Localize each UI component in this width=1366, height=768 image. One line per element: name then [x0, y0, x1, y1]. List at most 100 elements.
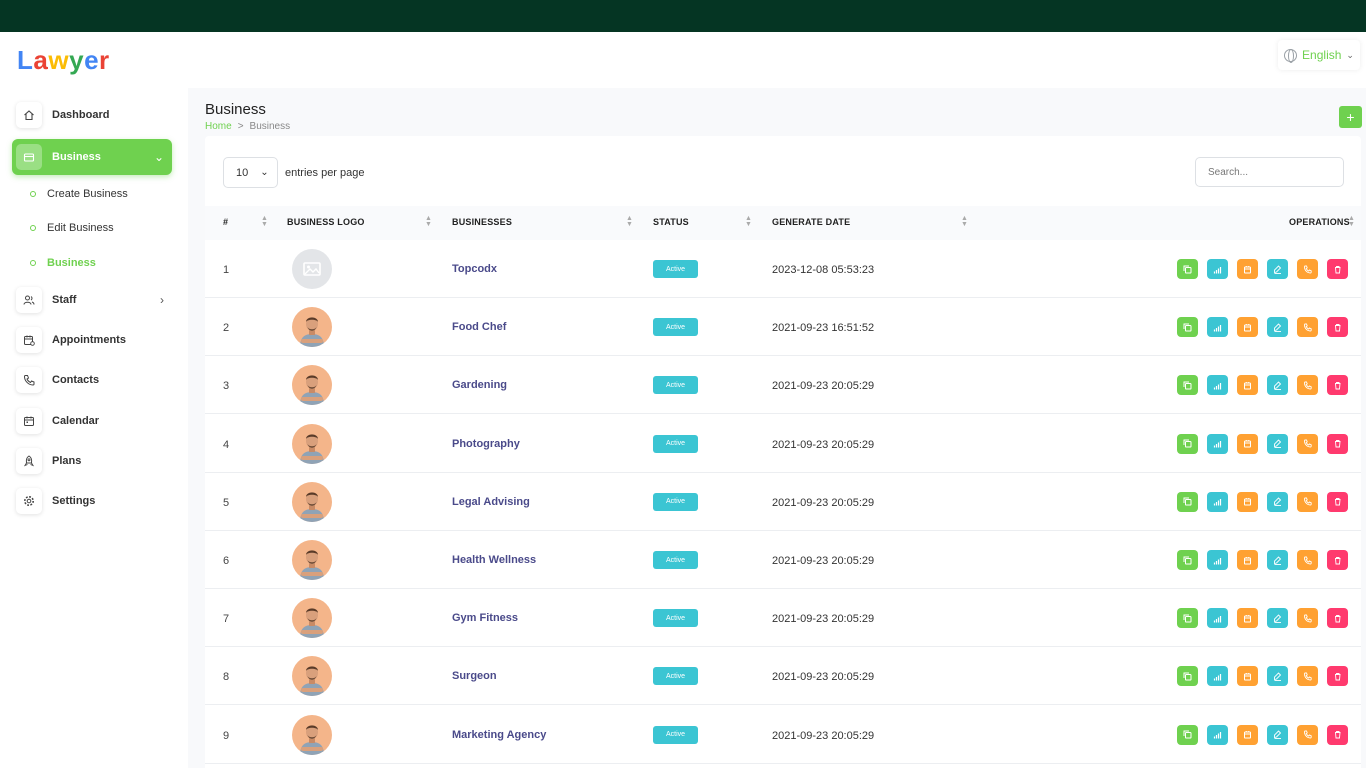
column-header-operations[interactable]: OPERATIONS [1289, 217, 1350, 227]
analytics-button[interactable] [1207, 317, 1228, 338]
column-header-status[interactable]: STATUS [653, 217, 689, 227]
calendar-button[interactable] [1237, 317, 1258, 338]
trash-button[interactable] [1327, 375, 1348, 396]
analytics-button[interactable] [1207, 550, 1228, 570]
calendar-button[interactable] [1237, 259, 1258, 279]
calendar-icon [1244, 498, 1251, 506]
edit-button[interactable] [1267, 317, 1288, 338]
business-name-link[interactable]: Health Wellness [452, 554, 536, 566]
add-business-button[interactable]: + [1339, 106, 1362, 128]
sidebar-item-plans[interactable]: Plans [12, 443, 172, 479]
column-header-logo[interactable]: BUSINESS LOGO [287, 217, 365, 227]
edit-button[interactable] [1267, 259, 1288, 279]
phone-button[interactable] [1297, 433, 1318, 454]
column-header-date[interactable]: GENERATE DATE [772, 217, 850, 227]
calendar-button[interactable] [1237, 666, 1258, 687]
trash-button[interactable] [1327, 317, 1348, 338]
sidebar-item-business[interactable]: Business ⌄ [12, 139, 172, 175]
business-name-link[interactable]: Gardening [452, 379, 507, 391]
business-name-link[interactable]: Legal Advising [452, 496, 530, 508]
phone-button[interactable] [1297, 259, 1318, 279]
trash-button[interactable] [1327, 666, 1348, 687]
sort-icon[interactable]: ▲ ▼ [745, 215, 752, 228]
sort-icon[interactable]: ▲ ▼ [1348, 215, 1355, 228]
sort-icon[interactable]: ▲ ▼ [261, 215, 268, 228]
calendar-button[interactable] [1237, 724, 1258, 745]
analytics-button[interactable] [1207, 433, 1228, 454]
phone-button[interactable] [1297, 608, 1318, 629]
sidebar-item-calendar[interactable]: Calendar [12, 403, 172, 439]
phone-button[interactable] [1297, 666, 1318, 687]
edit-button[interactable] [1267, 433, 1288, 454]
edit-button[interactable] [1267, 724, 1288, 745]
edit-button[interactable] [1267, 550, 1288, 570]
sidebar-subitem-business[interactable]: Business [30, 257, 96, 269]
sort-icon[interactable]: ▲ ▼ [425, 215, 432, 228]
row-number: 4 [223, 438, 230, 451]
entries-per-page-select[interactable]: 10 ⌄ [223, 157, 278, 188]
copy-button[interactable] [1177, 550, 1198, 570]
copy-button[interactable] [1177, 608, 1198, 629]
analytics-button[interactable] [1207, 608, 1228, 629]
sort-icon[interactable]: ▲ ▼ [626, 215, 633, 228]
column-header-businesses[interactable]: BUSINESSES [452, 217, 512, 227]
business-name-link[interactable]: Surgeon [452, 670, 497, 682]
analytics-button[interactable] [1207, 375, 1228, 396]
sidebar-item-label: Business [52, 151, 101, 163]
copy-button[interactable] [1177, 666, 1198, 687]
trash-button[interactable] [1327, 608, 1348, 629]
edit-button[interactable] [1267, 491, 1288, 512]
sidebar-item-staff[interactable]: Staff › [12, 282, 172, 318]
sidebar-item-appointments[interactable]: Appointments [12, 322, 172, 358]
phone-button[interactable] [1297, 550, 1318, 570]
trash-button[interactable] [1327, 550, 1348, 570]
calendar-button[interactable] [1237, 375, 1258, 396]
business-name-link[interactable]: Food Chef [452, 321, 506, 333]
sidebar-subitem-edit-business[interactable]: Edit Business [30, 222, 114, 234]
analytics-button[interactable] [1207, 491, 1228, 512]
sort-icon[interactable]: ▲ ▼ [961, 215, 968, 228]
copy-button[interactable] [1177, 375, 1198, 396]
search-input[interactable] [1195, 157, 1344, 187]
business-name-link[interactable]: Gym Fitness [452, 612, 518, 624]
copy-button[interactable] [1177, 317, 1198, 338]
trash-button[interactable] [1327, 259, 1348, 279]
calendar-button[interactable] [1237, 550, 1258, 570]
trash-button[interactable] [1327, 724, 1348, 745]
business-logo-image [292, 714, 332, 755]
breadcrumb-home-link[interactable]: Home [205, 121, 232, 132]
business-name-link[interactable]: Marketing Agency [452, 729, 546, 741]
trash-button[interactable] [1327, 491, 1348, 512]
calendar-button[interactable] [1237, 491, 1258, 512]
phone-icon [1304, 614, 1312, 623]
business-name-link[interactable]: Photography [452, 438, 520, 450]
sidebar-subitem-create-business[interactable]: Create Business [30, 188, 128, 200]
sidebar-item-dashboard[interactable]: Dashboard [12, 97, 172, 133]
sidebar-item-settings[interactable]: Settings [12, 483, 172, 519]
copy-button[interactable] [1177, 491, 1198, 512]
edit-button[interactable] [1267, 608, 1288, 629]
edit-button[interactable] [1267, 666, 1288, 687]
copy-button[interactable] [1177, 724, 1198, 745]
status-badge: Active [653, 260, 698, 278]
edit-button[interactable] [1267, 375, 1288, 396]
edit-icon [1274, 730, 1282, 740]
phone-button[interactable] [1297, 724, 1318, 745]
calendar-button[interactable] [1237, 608, 1258, 629]
analytics-button[interactable] [1207, 724, 1228, 745]
phone-button[interactable] [1297, 491, 1318, 512]
logo[interactable]: Lawyer [17, 45, 110, 76]
copy-button[interactable] [1177, 433, 1198, 454]
analytics-button[interactable] [1207, 259, 1228, 279]
trash-button[interactable] [1327, 433, 1348, 454]
sidebar-item-contacts[interactable]: Contacts [12, 362, 172, 398]
phone-button[interactable] [1297, 375, 1318, 396]
phone-button[interactable] [1297, 317, 1318, 338]
calendar-button[interactable] [1237, 433, 1258, 454]
breadcrumb-separator: > [237, 121, 244, 132]
business-name-link[interactable]: Topcodx [452, 263, 497, 275]
column-header-number[interactable]: # [223, 217, 228, 227]
language-selector[interactable]: English ⌄ [1278, 40, 1360, 70]
copy-button[interactable] [1177, 259, 1198, 279]
analytics-button[interactable] [1207, 666, 1228, 687]
